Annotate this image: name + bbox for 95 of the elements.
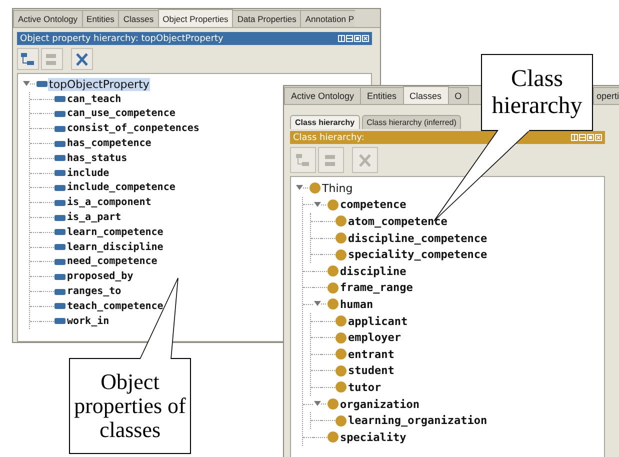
panel-title: Class hierarchy: — [293, 132, 364, 142]
tab[interactable]: Classes — [118, 10, 159, 27]
tree-item[interactable]: discipline — [339, 264, 408, 278]
tab[interactable]: O — [448, 87, 469, 104]
delete-icon[interactable] — [75, 52, 89, 66]
tab[interactable]: Annotation P — [300, 10, 356, 27]
tree-item[interactable]: work_in — [66, 316, 110, 327]
add-child-icon[interactable] — [21, 52, 35, 66]
tab[interactable]: operti — [593, 87, 619, 104]
tree-item[interactable]: is_a_component — [66, 197, 152, 208]
class-icon — [335, 332, 347, 344]
class-icon — [335, 232, 347, 244]
property-icon — [54, 124, 66, 133]
class-icon — [335, 381, 347, 394]
tree-item[interactable]: Thing — [321, 182, 354, 195]
class-icon — [335, 315, 347, 328]
tab[interactable]: Data Properties — [232, 10, 302, 27]
tree-item[interactable]: can_use_competence — [66, 108, 176, 120]
view-control-icon[interactable] — [579, 134, 586, 141]
delete-button[interactable] — [71, 48, 93, 70]
view-control-icon[interactable] — [595, 134, 602, 141]
tree-item[interactable]: learn_discipline — [66, 242, 164, 253]
tree-item[interactable]: speciality_competence — [347, 248, 488, 262]
sub-tab[interactable]: Class hierarchy (inferred) — [362, 115, 462, 129]
class-icon — [335, 414, 347, 427]
tree-item[interactable]: teach_competence — [66, 300, 164, 312]
callout-text: Class hierarchy — [490, 66, 584, 119]
tree-item[interactable]: ranges_to — [66, 286, 122, 298]
class-icon — [327, 198, 339, 211]
tree-item[interactable]: need_competence — [66, 256, 158, 268]
tab[interactable]: Entities — [82, 10, 120, 27]
tree-item[interactable]: is_a_part — [66, 212, 122, 224]
tree-item[interactable]: include — [66, 168, 110, 179]
property-icon — [54, 272, 66, 281]
class-icon — [327, 298, 339, 310]
view-control-icon[interactable] — [338, 35, 345, 42]
tree-item[interactable]: discipline_competence — [347, 232, 488, 245]
property-icon — [54, 95, 66, 104]
view-control-icon[interactable] — [362, 35, 369, 42]
property-icon — [54, 258, 66, 266]
class-icon — [335, 348, 347, 360]
tab[interactable]: Active Ontology — [284, 87, 362, 104]
class-icon — [335, 215, 347, 228]
tree-item[interactable]: include_competence — [66, 182, 176, 194]
tree-item[interactable]: entrant — [347, 348, 396, 361]
tree-item[interactable]: learn_competence — [66, 226, 164, 238]
property-icon — [54, 154, 66, 162]
tree-item[interactable]: topObjectProperty — [48, 78, 150, 91]
tab[interactable]: Object Properties — [158, 9, 234, 27]
tab[interactable]: Classes — [402, 86, 449, 104]
tree-item[interactable]: student — [347, 364, 396, 378]
view-control-icon[interactable] — [571, 134, 578, 141]
tree-item[interactable]: frame_range — [339, 281, 414, 294]
tree-item[interactable]: learning_organization — [347, 414, 488, 428]
property-icon — [54, 288, 66, 296]
property-icon — [54, 228, 66, 236]
property-icon — [54, 317, 66, 326]
add-child-button[interactable] — [17, 48, 39, 70]
tree-item[interactable]: applicant — [347, 314, 409, 328]
tree-item[interactable]: employer — [347, 331, 402, 344]
view-control-icon[interactable] — [354, 35, 361, 42]
view-control-icon[interactable] — [346, 35, 353, 42]
property-icon — [54, 169, 66, 178]
property-icon — [54, 110, 66, 118]
class-icon — [327, 398, 339, 410]
panel-title: Object property hierarchy: topObjectProperty — [20, 34, 224, 44]
tree-item[interactable]: competence — [339, 198, 408, 212]
property-icon — [54, 198, 66, 207]
class-icon — [335, 248, 347, 261]
sub-tab[interactable]: Class hierarchy — [290, 115, 360, 129]
tree-item[interactable]: consist_of_conpetences — [66, 123, 200, 134]
property-icon — [54, 184, 66, 192]
tree-item[interactable]: can_teach — [66, 94, 122, 105]
tree-item[interactable]: has_status — [66, 152, 128, 164]
tree-item[interactable]: tutor — [347, 380, 382, 394]
tree-item[interactable]: atom_competence — [347, 214, 448, 228]
class-icon — [327, 431, 339, 444]
tree-item[interactable]: proposed_by — [66, 271, 134, 282]
class-icon — [327, 282, 339, 294]
property-icon — [54, 140, 66, 148]
property-icon — [36, 80, 48, 88]
class-icon — [309, 182, 321, 194]
tree-item[interactable]: human — [339, 298, 374, 311]
class-icon — [327, 265, 339, 278]
property-icon — [54, 214, 66, 222]
class-icon — [335, 364, 347, 377]
callout-text: Object properties of classes — [74, 370, 186, 442]
tab[interactable]: Entities — [360, 87, 404, 104]
property-icon — [54, 243, 66, 252]
tree-item[interactable]: has_competence — [66, 138, 152, 150]
tree-item[interactable]: speciality — [339, 430, 408, 444]
tab[interactable]: Active Ontology — [13, 10, 83, 27]
tree-item[interactable]: organization — [339, 398, 420, 411]
property-icon — [54, 302, 66, 310]
view-control-icon[interactable] — [587, 134, 594, 141]
